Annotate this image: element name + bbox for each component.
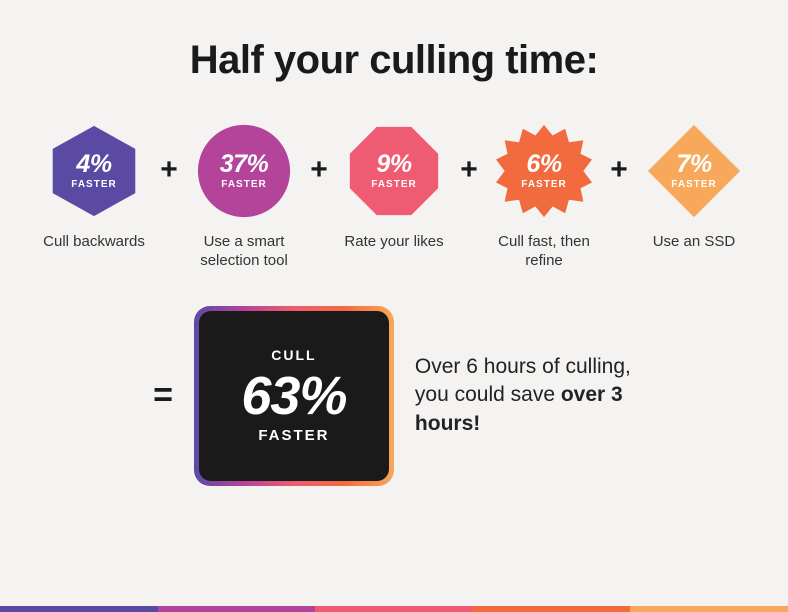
badge-percent: 6% [521, 152, 566, 177]
footer-stripe [0, 606, 788, 612]
badge-sub: FASTER [371, 179, 416, 190]
badge-caption: Cull fast, then refine [481, 233, 607, 271]
hexagon-icon: 4% FASTER [46, 123, 142, 219]
page-title: Half your culling time: [0, 0, 788, 83]
badge-sub: FASTER [671, 179, 716, 190]
badge-caption: Use an SSD [653, 233, 736, 252]
badge-percent: 4% [71, 152, 116, 177]
badges-row: 4% FASTER Cull backwards + 37% FASTER Us… [0, 123, 788, 271]
result-top-label: CULL [271, 347, 316, 363]
result-percent: 63% [241, 369, 346, 423]
stripe-segment [315, 606, 473, 612]
plus-icon: + [307, 153, 331, 187]
badge-percent: 9% [371, 152, 416, 177]
badge-cull-backwards: 4% FASTER Cull backwards [31, 123, 157, 252]
result-bottom-label: FASTER [258, 427, 329, 444]
badge-caption: Cull backwards [43, 233, 145, 252]
circle-icon: 37% FASTER [196, 123, 292, 219]
badge-sub: FASTER [71, 179, 116, 190]
result-box: CULL 63% FASTER [199, 311, 389, 481]
badge-caption: Use a smart selection tool [181, 233, 307, 271]
badge-sub: FASTER [521, 179, 566, 190]
stripe-segment [473, 606, 631, 612]
badge-caption: Rate your likes [344, 233, 443, 252]
badge-percent: 7% [671, 152, 716, 177]
stripe-segment [630, 606, 788, 612]
badge-sub: FASTER [220, 179, 269, 190]
summary-text: Over 6 hours of culling, you could save … [415, 353, 635, 438]
result-row: = CULL 63% FASTER Over 6 hours of cullin… [0, 311, 788, 481]
diamond-icon: 7% FASTER [646, 123, 742, 219]
plus-icon: + [457, 153, 481, 187]
badge-cull-fast-refine: 6% FASTER Cull fast, then refine [481, 123, 607, 271]
badge-rate-likes: 9% FASTER Rate your likes [331, 123, 457, 252]
stripe-segment [0, 606, 158, 612]
badge-use-ssd: 7% FASTER Use an SSD [631, 123, 757, 252]
starburst-icon: 6% FASTER [496, 123, 592, 219]
octagon-icon: 9% FASTER [346, 123, 442, 219]
equals-icon: = [153, 376, 173, 415]
badge-smart-selection: 37% FASTER Use a smart selection tool [181, 123, 307, 271]
plus-icon: + [157, 153, 181, 187]
stripe-segment [158, 606, 316, 612]
plus-icon: + [607, 153, 631, 187]
badge-percent: 37% [220, 152, 269, 177]
